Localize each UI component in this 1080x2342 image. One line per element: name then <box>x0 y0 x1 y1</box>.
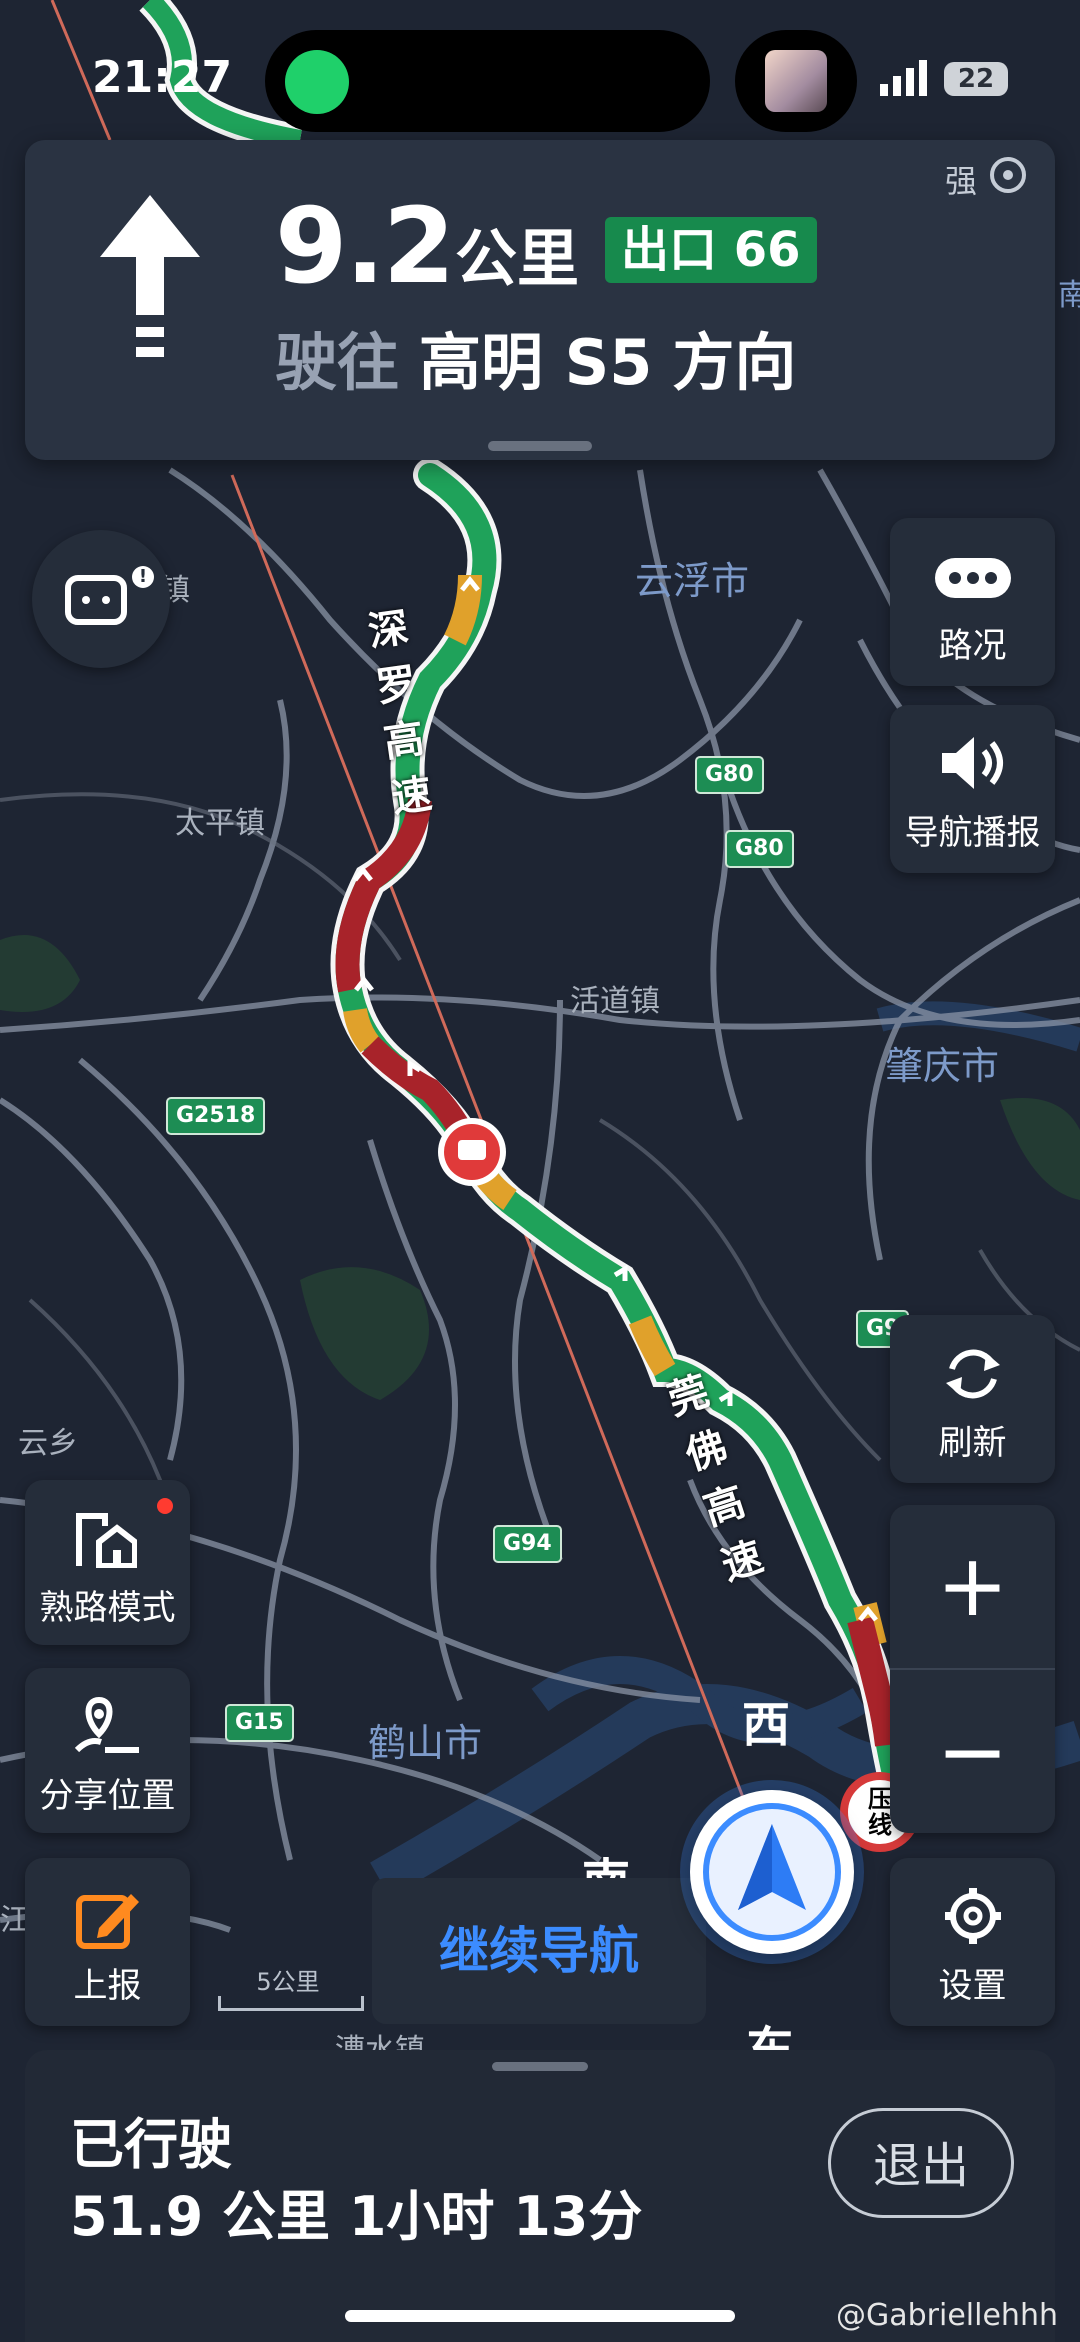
home-indicator[interactable] <box>345 2310 735 2322</box>
route-road: 高明 S5 <box>419 326 653 399</box>
refresh-label: 刷新 <box>938 1423 1007 1463</box>
familiar-mode-button[interactable]: 熟路模式 <box>25 1480 190 1645</box>
route-direction: 驶往 高明 S5 方向 <box>275 312 796 402</box>
signal-icon <box>880 60 927 96</box>
current-location-marker[interactable] <box>690 1790 854 1954</box>
route-suffix: 方向 <box>672 326 797 399</box>
continue-navigation-button[interactable]: 继续导航 <box>372 1878 706 2024</box>
battery-icon: 22 <box>944 62 1008 96</box>
scale-label: 5公里 <box>256 1968 320 1996</box>
highway-shield: G15 <box>225 1704 294 1742</box>
settings-label: 设置 <box>938 1966 1007 2006</box>
watermark: @Gabriellehhh <box>836 2298 1058 2333</box>
panel-drag-handle[interactable] <box>492 2062 588 2071</box>
exit-badge: 出口 66 <box>605 217 817 283</box>
highway-shield: G80 <box>725 830 794 868</box>
voice-broadcast-button[interactable]: 导航播报 <box>890 705 1055 873</box>
speaker-icon <box>942 737 1003 789</box>
house-flag-icon <box>76 1513 137 1568</box>
share-location-button[interactable]: 分享位置 <box>25 1668 190 1833</box>
familiar-mode-label: 熟路模式 <box>39 1588 176 1628</box>
assistant-button[interactable]: ! <box>32 530 170 668</box>
gear-icon <box>945 1888 1001 1944</box>
location-pin-icon <box>75 1696 139 1753</box>
highway-shield: G2518 <box>166 1097 266 1135</box>
status-time: 21:27 <box>92 52 233 103</box>
robot-icon <box>65 575 127 625</box>
town-label: 活道镇 <box>570 984 660 1019</box>
highway-shield: G80 <box>695 756 764 794</box>
settings-button[interactable]: 设置 <box>890 1858 1055 2026</box>
avatar[interactable] <box>765 50 827 112</box>
zoom-in-button[interactable]: + <box>890 1505 1055 1667</box>
banner-drag-handle[interactable] <box>488 441 592 451</box>
music-app-icon[interactable] <box>285 50 349 114</box>
exit-navigation-button[interactable]: 退出 <box>828 2108 1014 2218</box>
divider <box>890 1668 1055 1670</box>
traffic-dots-icon <box>935 558 1011 598</box>
traffic-button[interactable]: 路况 <box>890 518 1055 686</box>
gps-strength-label: 强 <box>945 162 978 200</box>
compass-west: 西 <box>742 1697 791 1753</box>
notification-dot <box>157 1498 173 1514</box>
traveled-label: 已行驶 <box>70 2113 232 2176</box>
report-button[interactable]: 上报 <box>25 1858 190 2026</box>
refresh-icon <box>946 1349 1000 1399</box>
town-label: 太平镇 <box>175 806 265 841</box>
city-label: 鹤山市 <box>368 1721 483 1765</box>
city-label: 肇庆市 <box>885 1044 1000 1088</box>
distance-unit: 公里 <box>455 222 580 295</box>
share-location-label: 分享位置 <box>39 1776 176 1816</box>
city-label: 云浮市 <box>635 559 750 603</box>
zoom-control: + − <box>890 1505 1055 1833</box>
town-label: 云乡 <box>18 1426 78 1461</box>
next-maneuver-distance: 9.2 <box>275 185 455 307</box>
scale-bar <box>218 1996 364 2011</box>
alert-icon: ! <box>132 566 154 588</box>
highway-shield: G94 <box>493 1525 562 1563</box>
edit-report-icon <box>76 1894 139 1949</box>
trip-stats: 51.9 公里 1小时 13分 <box>70 2185 643 2248</box>
refresh-button[interactable]: 刷新 <box>890 1315 1055 1483</box>
edge-label: 南 <box>1058 278 1080 313</box>
report-label: 上报 <box>73 1966 142 2006</box>
voice-label: 导航播报 <box>904 813 1041 853</box>
zoom-out-button[interactable]: − <box>890 1671 1055 1833</box>
straight-arrow-icon <box>100 195 200 357</box>
gps-signal-icon <box>990 157 1026 193</box>
traffic-label: 路况 <box>938 626 1007 666</box>
navigation-arrow-icon <box>703 1803 841 1941</box>
route-prefix: 驶往 <box>275 326 400 399</box>
